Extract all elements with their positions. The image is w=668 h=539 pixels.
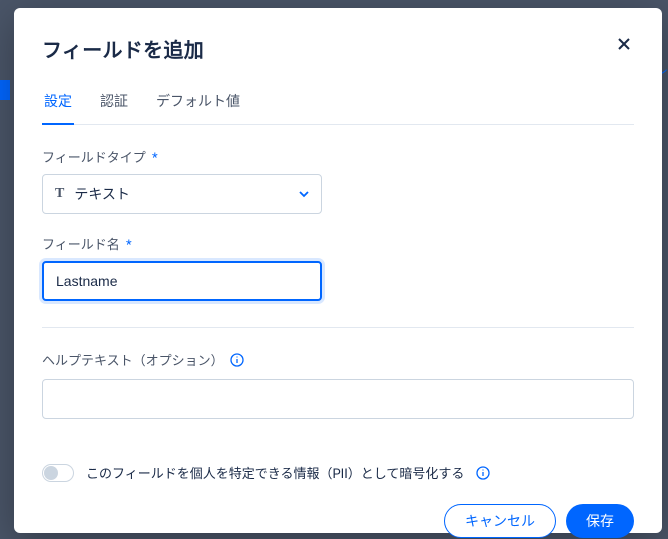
modal-title: フィールドを追加 bbox=[42, 34, 204, 63]
field-type-select[interactable]: T テキスト bbox=[42, 174, 322, 214]
text-type-icon: T bbox=[55, 186, 64, 202]
divider bbox=[42, 327, 634, 328]
info-icon[interactable] bbox=[476, 466, 490, 480]
tab-default-value[interactable]: デフォルト値 bbox=[154, 81, 242, 125]
pii-toggle-label: このフィールドを個人を特定できる情報（PII）として暗号化する bbox=[86, 463, 464, 482]
toggle-knob bbox=[44, 466, 58, 480]
tabs: 設定 認証 デフォルト値 bbox=[42, 81, 634, 125]
help-text-input[interactable] bbox=[42, 379, 634, 419]
pii-toggle-row: このフィールドを個人を特定できる情報（PII）として暗号化する bbox=[42, 463, 634, 482]
chevron-down-icon bbox=[298, 188, 310, 200]
help-text-label: ヘルプテキスト（オプション） bbox=[42, 350, 224, 369]
field-type-label: フィールドタイプ * bbox=[42, 147, 634, 166]
cancel-button[interactable]: キャンセル bbox=[444, 504, 556, 538]
field-type-group: フィールドタイプ * T テキスト bbox=[42, 147, 634, 214]
field-name-input[interactable] bbox=[42, 261, 322, 301]
info-icon[interactable] bbox=[230, 353, 244, 367]
field-name-label: フィールド名 * bbox=[42, 234, 634, 253]
required-mark: * bbox=[126, 238, 132, 253]
add-field-modal: フィールドを追加 設定 認証 デフォルト値 フィールドタイプ * T テキスト bbox=[14, 8, 662, 533]
modal-header: フィールドを追加 bbox=[42, 34, 634, 63]
help-text-group: ヘルプテキスト（オプション） bbox=[42, 350, 634, 419]
save-button[interactable]: 保存 bbox=[566, 504, 634, 538]
tab-auth[interactable]: 認証 bbox=[98, 81, 130, 125]
modal-footer: キャンセル 保存 bbox=[42, 504, 634, 538]
required-mark: * bbox=[152, 151, 158, 166]
close-icon bbox=[616, 36, 632, 52]
close-button[interactable] bbox=[614, 34, 634, 54]
tab-settings[interactable]: 設定 bbox=[42, 81, 74, 125]
field-name-group: フィールド名 * bbox=[42, 234, 634, 301]
field-type-value: テキスト bbox=[74, 184, 130, 204]
pii-toggle[interactable] bbox=[42, 464, 74, 482]
